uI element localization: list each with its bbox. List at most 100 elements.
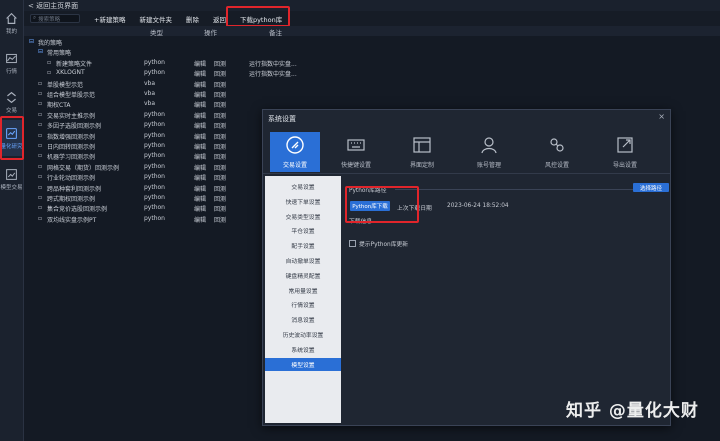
tab-label: 界面定制 [409,162,434,169]
settings-nav-item[interactable]: 历史波动率设置 [265,328,341,341]
edit-link[interactable]: 编辑 [194,152,206,161]
close-icon[interactable]: × [658,112,665,121]
backtest-link[interactable]: 回测 [214,194,226,203]
settings-nav-item[interactable]: 平仓设置 [265,224,341,237]
download-python-lib-button[interactable]: 下载python库 [240,14,282,24]
delete-button[interactable]: 删除 [186,14,199,24]
sidebar-item-quant-research[interactable]: 量化研究 [0,120,23,156]
file-icon[interactable]: ▫ [38,80,42,87]
new-strategy-button[interactable]: +新建策略 [94,14,125,24]
tree-row[interactable]: ⊟ 我的策略 [24,37,344,47]
settings-nav-item[interactable]: 行情设置 [265,298,341,311]
backtest-link[interactable]: 回测 [214,90,226,99]
folder-icon[interactable]: ⊟ [38,48,43,55]
sidebar-item-trade[interactable]: 交易 [0,85,23,119]
checkbox-label: 提示Python库更新 [359,242,409,248]
file-icon[interactable]: ▫ [47,59,51,66]
file-icon[interactable]: ▫ [38,90,42,97]
edit-link[interactable]: 编辑 [194,111,206,120]
settings-nav-item[interactable]: 模型设置 [265,357,341,371]
file-icon[interactable]: ▫ [38,163,42,170]
sidebar-item-model-trade[interactable]: 模型交易 [0,162,23,196]
tab-ui-custom[interactable]: 界面定制 [397,132,447,172]
backtest-link[interactable]: 回测 [214,80,226,89]
edit-link[interactable]: 编辑 [194,173,206,182]
settings-nav-item[interactable]: 交易设置 [265,180,341,193]
backtest-link[interactable]: 回测 [214,204,226,213]
file-icon[interactable]: ▫ [38,184,42,191]
backtest-link[interactable]: 回测 [214,152,226,161]
file-icon[interactable]: ▫ [38,142,42,149]
edit-link[interactable]: 编辑 [194,69,206,78]
tree-row[interactable]: ▫ XKLOGNT python 编辑 回测 运行指数中实盘... [24,68,344,78]
file-icon[interactable]: ▫ [38,132,42,139]
backtest-link[interactable]: 回测 [214,173,226,182]
file-icon[interactable]: ▫ [38,194,42,201]
settings-nav-item[interactable]: 自动撤单设置 [265,254,341,267]
settings-nav-item[interactable]: 交易类型设置 [265,210,341,223]
update-prompt-checkbox[interactable]: 提示Python库更新 [349,239,408,248]
edit-link[interactable]: 编辑 [194,215,206,224]
tree-item-label: 集合竞价选股回测示例 [47,206,108,214]
divider [395,189,635,190]
settings-nav-item[interactable]: 配手设置 [265,239,341,252]
settings-nav-item[interactable]: 常用量设置 [265,284,341,297]
settings-nav-item[interactable]: 消息设置 [265,313,341,326]
edit-link[interactable]: 编辑 [194,80,206,89]
edit-link[interactable]: 编辑 [194,194,206,203]
edit-link[interactable]: 编辑 [194,121,206,130]
folder-icon[interactable]: ⊟ [29,38,34,45]
system-settings-dialog: 系统设置 × 交易设置 快捷键设置 界面定制 账号管理 风控设置 导出设置 交易… [262,109,671,426]
tab-account-mgmt[interactable]: 账号管理 [464,132,514,172]
checkbox-box[interactable] [349,240,356,247]
return-button[interactable]: 返回 [213,14,226,24]
python-lib-download-button[interactable]: Python库下载 [350,201,390,211]
backtest-link[interactable]: 回测 [214,184,226,193]
tree-item-label: XKLOGNT [56,69,85,77]
tab-export-settings[interactable]: 导出设置 [600,132,650,172]
tree-row[interactable]: ▫ 组合模型单股示范 vba 编辑 回测 [24,89,344,99]
edit-link[interactable]: 编辑 [194,184,206,193]
edit-link[interactable]: 编辑 [194,132,206,141]
edit-link[interactable]: 编辑 [194,100,206,109]
file-icon[interactable]: ▫ [38,204,42,211]
backtest-link[interactable]: 回测 [214,215,226,224]
back-to-home-link[interactable]: < 返回主页界面 [28,1,78,11]
tree-row[interactable]: ▫ 单股模型示范 vba 编辑 回测 [24,79,344,89]
edit-link[interactable]: 编辑 [194,204,206,213]
tab-risk-settings[interactable]: 风控设置 [532,132,582,172]
quant-research-icon [6,127,17,139]
settings-nav-item[interactable]: 系统设置 [265,343,341,356]
backtest-link[interactable]: 回测 [214,132,226,141]
file-icon[interactable]: ▫ [38,121,42,128]
file-icon[interactable]: ▫ [38,152,42,159]
file-icon[interactable]: ▫ [38,215,42,222]
settings-nav-item[interactable]: 键盘精灵配置 [265,269,341,282]
file-icon[interactable]: ▫ [38,111,42,118]
file-icon[interactable]: ▫ [47,69,51,76]
backtest-link[interactable]: 回测 [214,69,226,78]
tab-shortcut-settings[interactable]: 快捷键设置 [331,132,381,172]
file-icon[interactable]: ▫ [38,100,42,107]
edit-link[interactable]: 编辑 [194,142,206,151]
backtest-link[interactable]: 回测 [214,163,226,172]
tree-row[interactable]: ⊟ 常用策略 [24,47,344,57]
backtest-link[interactable]: 回测 [214,121,226,130]
tree-row[interactable]: ▫ 新建策略文件 python 编辑 回测 运行指数中实盘... [24,58,344,68]
choose-path-button[interactable]: 选择路径 [633,183,669,192]
file-icon[interactable]: ▫ [38,173,42,180]
edit-link[interactable]: 编辑 [194,59,206,68]
tab-trade-settings[interactable]: 交易设置 [270,132,320,172]
edit-link[interactable]: 编辑 [194,90,206,99]
model-trade-icon [6,168,17,180]
settings-nav-item[interactable]: 快速下单设置 [265,195,341,208]
backtest-link[interactable]: 回测 [214,142,226,151]
backtest-link[interactable]: 回测 [214,111,226,120]
sidebar-item-market[interactable]: 行情 [0,46,23,80]
search-input[interactable]: ⌕ 搜索策略 [30,14,80,23]
new-folder-button[interactable]: 新建文件夹 [139,14,172,24]
backtest-link[interactable]: 回测 [214,59,226,68]
sidebar-item-mine[interactable]: 我的 [0,6,23,40]
edit-link[interactable]: 编辑 [194,163,206,172]
backtest-link[interactable]: 回测 [214,100,226,109]
